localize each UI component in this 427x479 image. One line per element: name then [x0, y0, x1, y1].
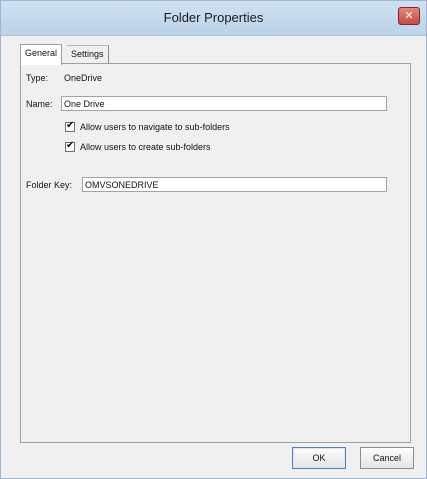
title-bar[interactable]: Folder Properties ✕	[1, 1, 426, 36]
allow-create-label: Allow users to create sub-folders	[80, 142, 211, 152]
cancel-button[interactable]: Cancel	[360, 447, 414, 469]
allow-navigate-label: Allow users to navigate to sub-folders	[80, 122, 230, 132]
general-tab-panel: Type: OneDrive Name: ✔ Allow users to na…	[20, 63, 411, 443]
close-button[interactable]: ✕	[398, 7, 420, 25]
allow-navigate-checkbox[interactable]: ✔	[65, 120, 75, 132]
checkmark-icon: ✔	[66, 140, 75, 151]
window-title: Folder Properties	[163, 10, 264, 25]
name-label: Name:	[26, 99, 53, 109]
ok-button[interactable]: OK	[292, 447, 346, 469]
name-field[interactable]	[61, 96, 387, 111]
allow-create-checkbox[interactable]: ✔	[65, 140, 75, 152]
type-label: Type:	[26, 73, 49, 83]
folder-properties-dialog: Folder Properties ✕ General Settings Typ…	[0, 0, 427, 479]
checkmark-icon: ✔	[66, 120, 75, 131]
close-icon: ✕	[404, 9, 414, 22]
tab-general[interactable]: General	[20, 44, 63, 65]
folder-key-label: Folder Key:	[26, 180, 73, 190]
folder-key-field[interactable]	[82, 177, 387, 192]
tab-settings[interactable]: Settings	[67, 45, 109, 64]
type-value: OneDrive	[64, 73, 103, 83]
